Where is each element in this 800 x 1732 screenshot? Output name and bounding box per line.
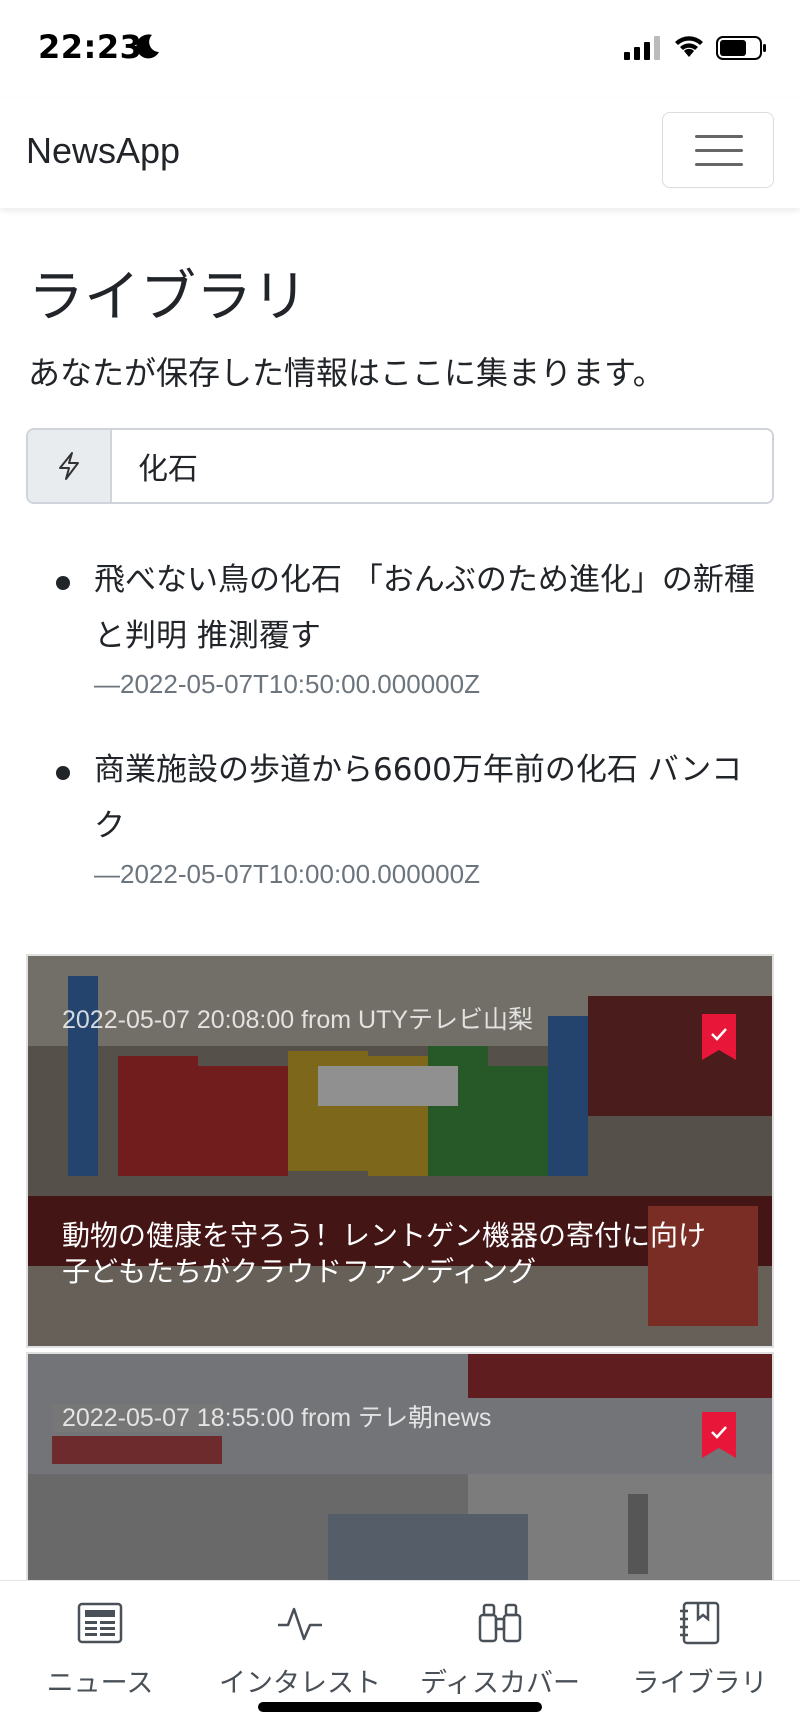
news-card[interactable]: 2022-05-07 20:08:00 from UTYテレビ山梨 動物の健康を…	[26, 954, 774, 1348]
hamburger-icon-line	[695, 149, 743, 152]
news-card[interactable]: 2022-05-07 18:55:00 from テレ朝news	[26, 1352, 774, 1582]
search-results: 飛べない鳥の化石 「おんぶのため進化」の新種と判明 推測覆す —2022-05-…	[0, 552, 800, 932]
hamburger-icon-line	[695, 163, 743, 166]
tab-label: ニュース	[46, 1668, 154, 1699]
list-item[interactable]: 商業施設の歩道から6600万年前の化石 バンコク —2022-05-07T10:…	[0, 742, 800, 894]
binoculars-icon	[478, 1603, 522, 1643]
tab-interest[interactable]: インタレスト	[200, 1601, 400, 1700]
result-date: —2022-05-07T10:50:00.000000Z	[94, 669, 480, 699]
search-addon	[28, 430, 112, 502]
page-subtitle: あなたが保存した情報はここに集まります。	[28, 354, 665, 392]
moon-icon	[136, 34, 159, 59]
bookmark-check-icon[interactable]	[702, 1412, 736, 1458]
tab-library[interactable]: ライブラリ	[600, 1601, 800, 1700]
tab-label: ディスカバー	[419, 1668, 581, 1699]
card-meta: 2022-05-07 20:08:00 from UTYテレビ山梨	[62, 1006, 534, 1034]
result-title[interactable]: 商業施設の歩道から6600万年前の化石 バンコク	[94, 742, 770, 854]
tab-discover[interactable]: ディスカバー	[400, 1601, 600, 1700]
result-title[interactable]: 飛べない鳥の化石 「おんぶのため進化」の新種と判明 推測覆す	[94, 552, 770, 664]
list-item[interactable]: 飛べない鳥の化石 「おんぶのため進化」の新種と判明 推測覆す —2022-05-…	[0, 552, 800, 704]
status-time: 22:23	[38, 28, 143, 66]
menu-toggle-button[interactable]	[662, 112, 774, 188]
hamburger-icon	[695, 135, 743, 138]
search-input[interactable]	[112, 430, 772, 502]
navbar: NewsApp	[0, 98, 800, 208]
tab-label: ライブラリ	[632, 1668, 768, 1699]
home-indicator[interactable]	[258, 1702, 542, 1712]
bullet	[56, 766, 70, 780]
card-overlay	[28, 1354, 772, 1580]
tab-news[interactable]: ニュース	[0, 1601, 200, 1700]
page-title: ライブラリ	[28, 265, 308, 330]
status-bar: 22:23	[0, 0, 800, 98]
newspaper-icon	[77, 1602, 123, 1644]
result-date: —2022-05-07T10:00:00.000000Z	[94, 859, 480, 889]
search-group	[26, 428, 774, 504]
activity-icon	[278, 1607, 322, 1641]
card-title: 動物の健康を守ろう！レントゲン機器の寄付に向け 子どもたちがクラウドファンディン…	[62, 1219, 707, 1288]
wifi-icon	[675, 36, 703, 57]
bullet	[56, 576, 70, 590]
bookmark-check-icon[interactable]	[702, 1014, 736, 1060]
battery-icon	[716, 36, 766, 60]
lightning-icon	[59, 452, 79, 480]
journal-icon	[680, 1601, 720, 1645]
tab-label: インタレスト	[219, 1668, 381, 1699]
signal-icon	[624, 36, 660, 60]
card-meta: 2022-05-07 18:55:00 from テレ朝news	[62, 1404, 492, 1432]
brand-logo[interactable]: NewsApp	[26, 130, 180, 172]
